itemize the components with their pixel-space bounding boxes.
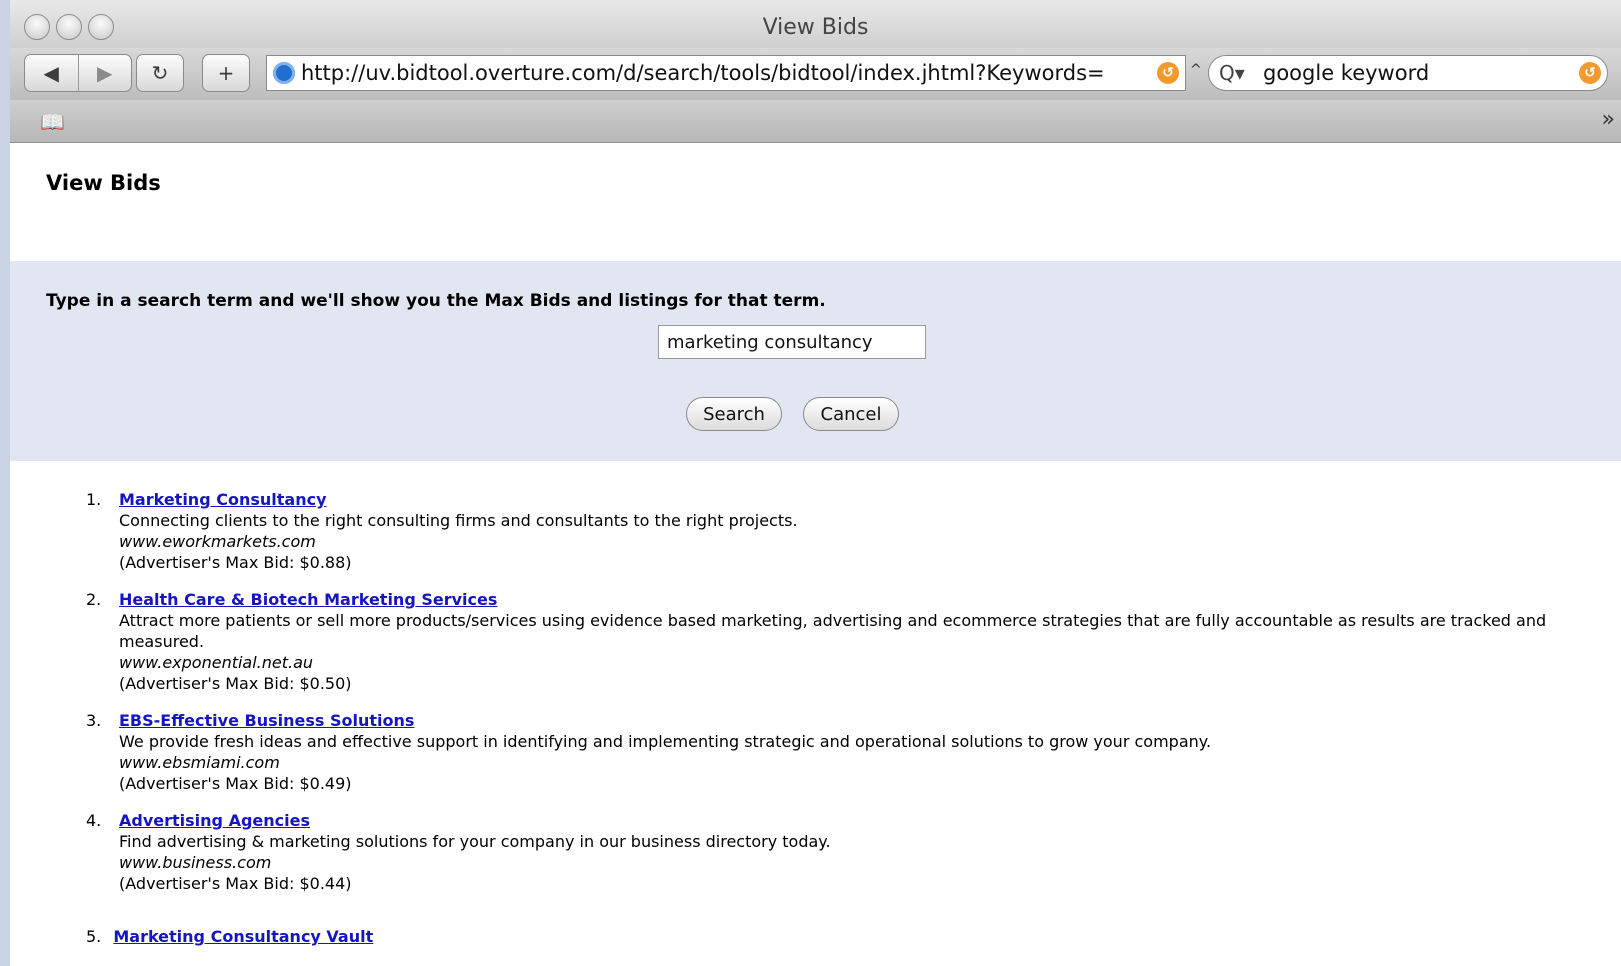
list-item: 4. Advertising Agencies Find advertising… [86,810,1566,894]
search-icon[interactable]: Q▾ [1219,61,1263,85]
address-bar[interactable]: http://uv.bidtool.overture.com/d/search/… [266,55,1186,91]
result-description: Find advertising & marketing solutions f… [119,832,831,851]
window-title: View Bids [762,15,869,40]
result-description: We provide fresh ideas and effective sup… [119,732,1212,751]
search-prompt: Type in a search term and we'll show you… [46,291,826,311]
result-number: 3. [86,711,102,730]
result-title-link[interactable]: EBS-Effective Business Solutions [119,711,414,730]
address-input[interactable]: http://uv.bidtool.overture.com/d/search/… [301,61,1157,85]
forward-arrow-icon[interactable]: ▶ [79,61,132,85]
result-bid: (Advertiser's Max Bid: $0.44) [119,874,352,893]
back-forward-buttons: ◀ ▶ [24,54,132,92]
book-icon[interactable]: 📖 [40,110,65,134]
search-input[interactable]: google keyword [1263,61,1579,85]
result-bid: (Advertiser's Max Bid: $0.49) [119,774,352,793]
result-description: Connecting clients to the right consulti… [119,511,798,530]
search-panel: Type in a search term and we'll show you… [10,261,1621,461]
search-snapback-icon[interactable]: ↺ [1579,62,1601,84]
add-bookmark-button[interactable]: + [202,54,250,92]
back-arrow-icon[interactable]: ◀ [25,61,78,85]
caret-icon: ^ [1190,62,1202,78]
list-item: 2. Health Care & Biotech Marketing Servi… [86,589,1566,694]
browser-window: View Bids ◀ ▶ ↻ + http://uv.bidtool.over… [10,0,1621,966]
search-field[interactable]: Q▾ google keyword ↺ [1208,55,1608,91]
page-content: View Bids Type in a search term and we'l… [10,143,1621,966]
result-url: www.eworkmarkets.com [119,532,316,551]
result-bid: (Advertiser's Max Bid: $0.88) [119,553,352,572]
result-number: 5. [86,927,102,946]
snapback-icon[interactable]: ↺ [1157,62,1179,84]
more-bookmarks-icon[interactable]: » [1602,107,1615,132]
list-item-partial: 5. Marketing Consultancy Vault [86,927,373,946]
page-title: View Bids [46,171,161,195]
result-title-link[interactable]: Health Care & Biotech Marketing Services [119,590,497,609]
browser-toolbar: ◀ ▶ ↻ + http://uv.bidtool.overture.com/d… [10,48,1621,100]
list-item: 1. Marketing Consultancy Connecting clie… [86,489,1566,573]
title-bar: View Bids [10,0,1621,48]
result-number: 1. [86,490,102,509]
result-url: www.ebsmiami.com [119,753,280,772]
plus-icon: + [217,61,235,85]
keyword-input[interactable] [658,325,926,359]
result-url: www.business.com [119,853,272,872]
reload-button[interactable]: ↻ [136,54,184,92]
result-number: 4. [86,811,102,830]
result-number: 2. [86,590,102,609]
bookmarks-bar: 📖 » [10,100,1621,143]
results-list: 1. Marketing Consultancy Connecting clie… [86,489,1566,910]
list-item: 3. EBS-Effective Business Solutions We p… [86,710,1566,794]
result-description: Attract more patients or sell more produ… [119,611,1547,651]
reload-icon: ↻ [151,61,169,85]
result-bid: (Advertiser's Max Bid: $0.50) [119,674,352,693]
result-title-link[interactable]: Advertising Agencies [119,811,310,830]
site-icon [273,62,295,84]
search-button[interactable]: Search [686,397,782,431]
result-url: www.exponential.net.au [119,653,314,672]
cancel-button[interactable]: Cancel [803,397,899,431]
result-title-link[interactable]: Marketing Consultancy [119,490,327,509]
result-title-link[interactable]: Marketing Consultancy Vault [113,927,373,946]
